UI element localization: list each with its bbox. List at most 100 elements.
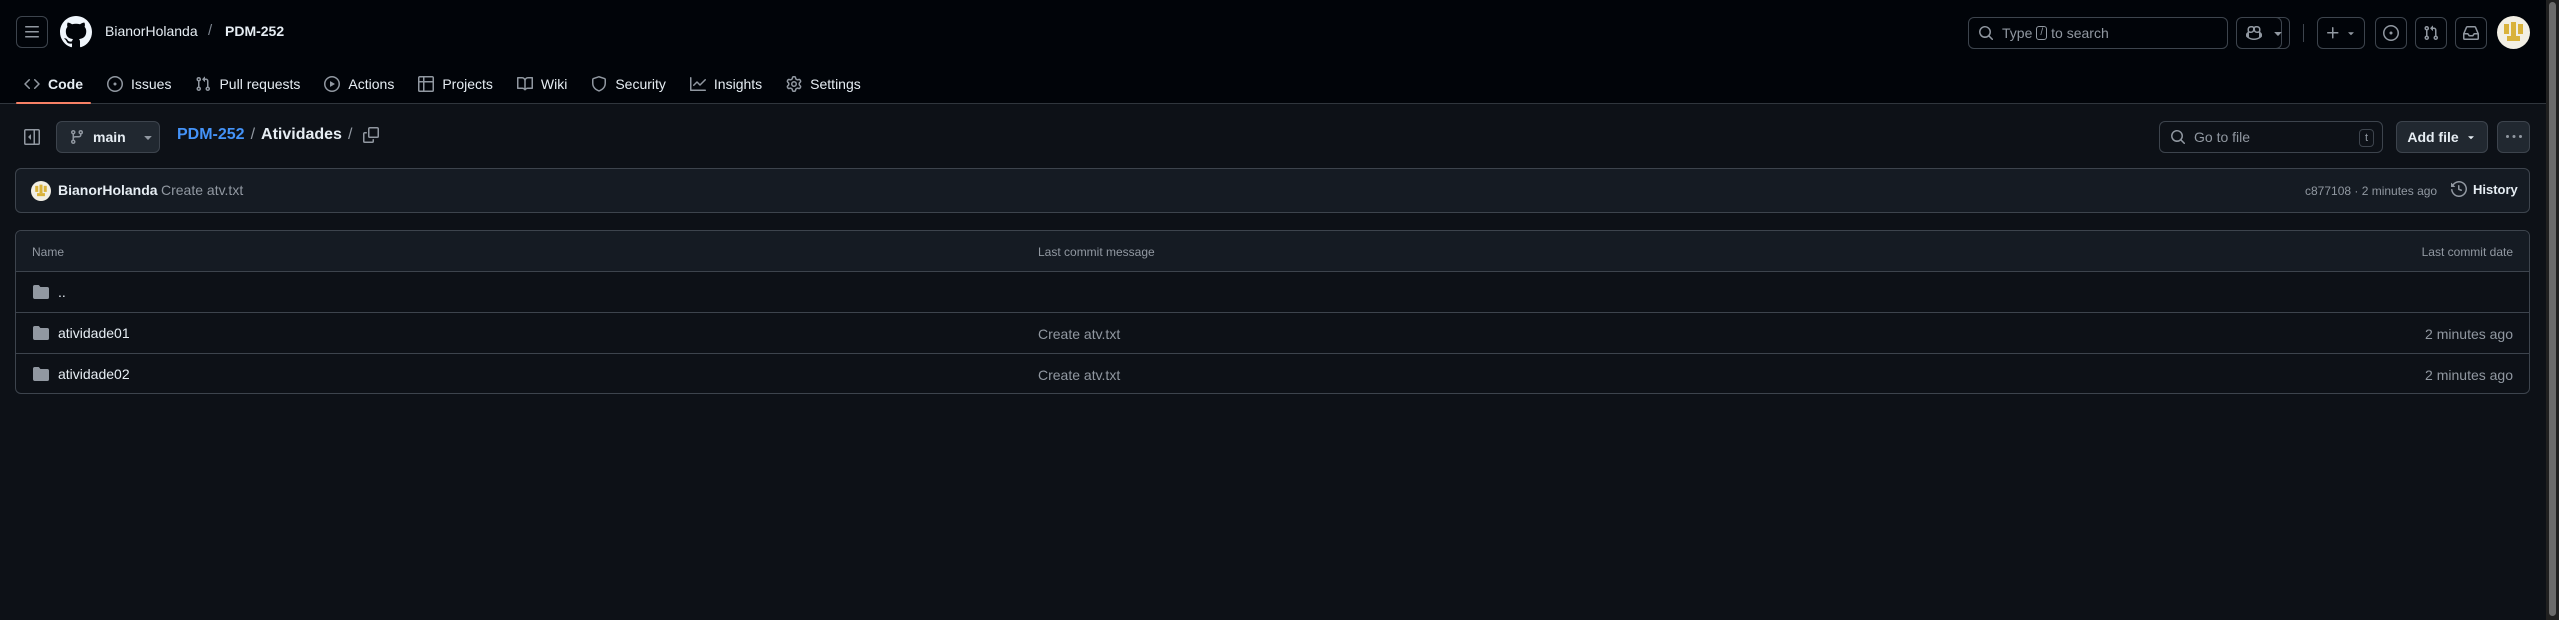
history-button[interactable]: History (2451, 181, 2518, 197)
tab-settings[interactable]: Settings (778, 64, 869, 104)
triangle-down-icon (2273, 32, 2282, 36)
inbox-button[interactable] (2455, 17, 2487, 49)
breadcrumb-separator: / (347, 126, 353, 143)
copy-path-button[interactable] (357, 121, 385, 149)
git-branch-icon (70, 130, 83, 145)
file-directory-icon (33, 367, 49, 381)
search-placeholder-suffix: to search (2051, 25, 2109, 41)
triangle-down-icon (2467, 136, 2474, 140)
search-input[interactable]: Type / to search (1968, 17, 2228, 49)
column-message-header: Last commit message (1038, 245, 1155, 259)
tab-wiki[interactable]: Wiki (509, 64, 575, 104)
commit-author-avatar[interactable] (31, 181, 51, 201)
file-table-header: Name Last commit message Last commit dat… (16, 231, 2529, 272)
history-label: History (2473, 181, 2518, 197)
gear-icon (786, 76, 802, 92)
tab-code[interactable]: Code (16, 64, 91, 104)
page-scrollbar[interactable] (2546, 0, 2559, 620)
file-name-link[interactable]: atividade02 (58, 366, 130, 382)
graph-icon (689, 77, 706, 91)
tab-insights[interactable]: Insights (682, 64, 770, 104)
file-commit-message-link[interactable]: Create atv.txt (1038, 367, 1120, 383)
add-file-button[interactable]: Add file (2396, 121, 2488, 153)
latest-commit-bar: BianorHolanda Create atv.txt c877108 · 2… (15, 168, 2530, 213)
global-header: BianorHolanda / PDM-252 Type / to search… (0, 0, 2546, 104)
kebab-horizontal-icon (2505, 135, 2522, 138)
issues-button[interactable] (2375, 17, 2407, 49)
breadcrumb: PDM-252 / Atividades / (177, 126, 352, 144)
more-options-button[interactable] (2497, 121, 2530, 153)
column-date-header: Last commit date (2421, 245, 2513, 259)
git-pull-request-icon (2424, 25, 2439, 41)
tab-label: Actions (348, 76, 395, 92)
pull-requests-button[interactable] (2415, 17, 2447, 49)
commit-hash-time[interactable]: c877108 · 2 minutes ago (2305, 184, 2437, 198)
owner-link[interactable]: BianorHolanda (105, 23, 198, 39)
git-pull-request-icon (196, 76, 211, 92)
tab-issues[interactable]: Issues (99, 64, 179, 104)
file-commit-message-link[interactable]: Create atv.txt (1038, 326, 1120, 342)
history-icon (2451, 181, 2467, 197)
file-commit-date: 2 minutes ago (2425, 326, 2513, 342)
commit-message-link[interactable]: Create atv.txt (161, 182, 243, 198)
tab-label: Insights (713, 76, 763, 92)
branch-selector[interactable]: main (56, 121, 160, 153)
copilot-icon (2246, 25, 2262, 41)
repo-link[interactable]: PDM-252 (225, 23, 284, 39)
table-row[interactable]: atividade02 Create atv.txt 2 minutes ago (16, 354, 2529, 393)
plus-icon (2327, 27, 2339, 39)
file-commit-date: 2 minutes ago (2425, 367, 2513, 383)
scrollbar-thumb[interactable] (2549, 2, 2556, 616)
tab-security[interactable]: Security (583, 64, 674, 104)
go-to-file-placeholder: Go to file (2194, 129, 2251, 145)
tab-pull-requests[interactable]: Pull requests (187, 64, 308, 104)
tab-label: Security (615, 76, 666, 92)
triangle-down-icon (144, 136, 152, 140)
go-to-file-input[interactable]: Go to file t (2159, 121, 2383, 153)
code-icon (24, 78, 40, 90)
commit-author-link[interactable]: BianorHolanda (58, 182, 158, 198)
owner-repo-separator: / (208, 22, 213, 39)
search-shortcut-key: / (2036, 26, 2048, 40)
file-name-link[interactable]: atividade01 (58, 325, 130, 341)
github-logo-icon[interactable] (60, 16, 92, 48)
triangle-down-icon (2348, 32, 2354, 36)
play-icon (324, 76, 341, 92)
tab-projects[interactable]: Projects (410, 64, 501, 104)
tab-label: Settings (810, 76, 861, 92)
tab-label: Issues (131, 76, 172, 92)
search-icon (2171, 130, 2186, 145)
create-new-button[interactable] (2317, 17, 2365, 49)
issue-opened-icon (107, 76, 123, 92)
user-avatar[interactable] (2497, 16, 2530, 49)
copilot-dropdown-button[interactable] (2266, 17, 2290, 49)
breadcrumb-current-folder: Atividades (261, 126, 342, 143)
parent-directory-row[interactable]: .. (16, 272, 2529, 313)
go-to-file-shortcut-key: t (2358, 129, 2374, 147)
avatar-identicon (35, 184, 47, 197)
file-table: Name Last commit message Last commit dat… (15, 230, 2530, 394)
sidebar-expand-icon (24, 129, 40, 145)
header-divider (2303, 24, 2304, 42)
expand-file-tree-button[interactable] (16, 121, 48, 153)
book-icon (516, 76, 533, 91)
breadcrumb-separator: / (250, 126, 256, 143)
breadcrumb-repo-link[interactable]: PDM-252 (177, 126, 245, 144)
tab-label: Wiki (540, 76, 568, 92)
table-icon (418, 76, 435, 92)
table-row[interactable]: atividade01 Create atv.txt 2 minutes ago (16, 313, 2529, 354)
tab-label: Projects (442, 76, 493, 92)
shield-icon (592, 76, 607, 92)
search-icon (1979, 26, 1994, 41)
hamburger-icon (25, 26, 39, 38)
inbox-icon (2463, 26, 2479, 40)
tab-actions[interactable]: Actions (316, 64, 402, 104)
menu-button[interactable] (16, 16, 48, 48)
issue-opened-icon (2383, 25, 2399, 41)
copy-icon (363, 127, 379, 143)
file-name-link[interactable]: .. (58, 284, 66, 300)
repo-nav-tabs: Code Issues Pull requests Actions Projects Wi… (16, 64, 877, 104)
add-file-label: Add file (2407, 129, 2459, 145)
file-directory-icon (33, 326, 49, 340)
column-name-header: Name (32, 245, 65, 259)
